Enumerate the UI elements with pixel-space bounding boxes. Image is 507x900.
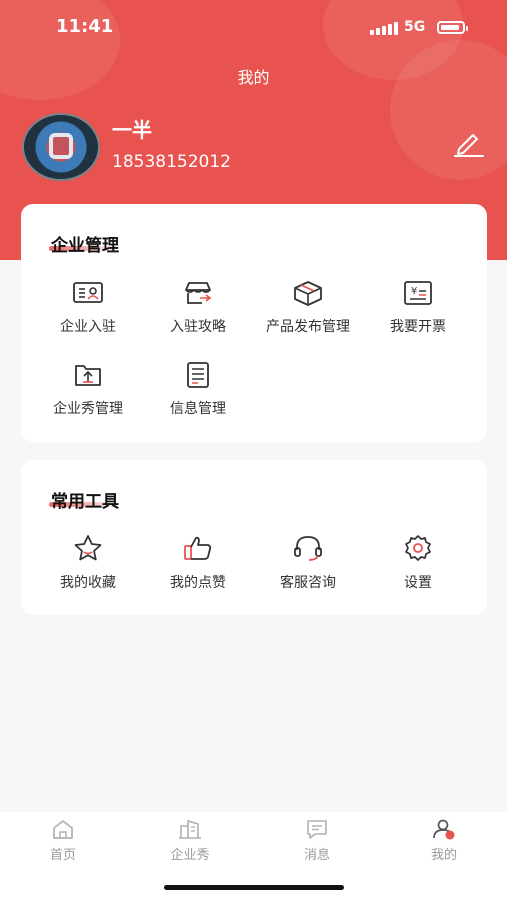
battery-icon (437, 21, 468, 34)
shop-icon (185, 282, 212, 304)
page-title: 我的 (237, 68, 270, 87)
favorites-item[interactable]: 我的收藏 (33, 534, 143, 604)
tab-home[interactable]: 首页 (0, 818, 126, 863)
tab-enterprise-show[interactable]: 企业秀 (127, 818, 253, 863)
svg-text:¥: ¥ (411, 286, 417, 297)
home-indicator (164, 885, 344, 890)
id-card-icon (73, 282, 103, 303)
home-icon (53, 820, 73, 839)
product-publish-label: 产品发布管理 (266, 319, 350, 335)
enterprise-section-title: 企业管理 (51, 236, 119, 256)
box-icon (294, 281, 322, 306)
product-publish-item[interactable]: 产品发布管理 (253, 280, 363, 350)
tools-card: 常用工具 我的收藏 我的点赞 客服咨询 设置 (21, 460, 487, 615)
user-icon (433, 819, 455, 840)
network-type: 5G (404, 19, 426, 35)
enterprise-entry-item[interactable]: 企业入驻 (33, 280, 143, 350)
info-management-item[interactable]: 信息管理 (143, 362, 253, 432)
phone-number: 18538152012 (112, 152, 231, 172)
avatar[interactable] (22, 113, 100, 181)
enterprise-show-item[interactable]: 企业秀管理 (33, 362, 143, 432)
status-time: 11:41 (56, 16, 114, 37)
likes-label: 我的点赞 (170, 575, 226, 591)
signal-icon (370, 22, 398, 35)
document-icon (187, 362, 209, 388)
star-icon (74, 535, 102, 561)
username: 一半 (112, 118, 152, 142)
tab-mine[interactable]: 我的 (381, 818, 507, 863)
thumbs-up-icon (184, 536, 212, 560)
tab-mine-label: 我的 (430, 848, 457, 863)
tools-section-title: 常用工具 (51, 492, 119, 512)
settings-label: 设置 (404, 575, 432, 591)
invoice-item[interactable]: ¥ 我要开票 (363, 280, 473, 350)
tab-messages-label: 消息 (303, 848, 330, 863)
enterprise-show-label: 企业秀管理 (53, 401, 123, 417)
enterprise-entry-label: 企业入驻 (60, 319, 116, 335)
favorites-label: 我的收藏 (60, 575, 116, 591)
edit-icon[interactable] (453, 130, 485, 158)
invoice-label: 我要开票 (390, 319, 446, 335)
customer-service-label: 客服咨询 (280, 575, 336, 591)
status-bar: 11:41 5G (0, 14, 507, 44)
tab-home-label: 首页 (49, 848, 76, 863)
settings-item[interactable]: 设置 (363, 534, 473, 604)
headset-icon (294, 536, 322, 561)
entry-guide-item[interactable]: 入驻攻略 (143, 280, 253, 350)
invoice-icon: ¥ (404, 281, 432, 305)
folder-upload-icon (75, 365, 101, 386)
enterprise-card: 企业管理 企业入驻 入驻攻略 产品发布管理 ¥ 我要开票 企业秀管理 信息管理 (21, 204, 487, 442)
customer-service-item[interactable]: 客服咨询 (253, 534, 363, 604)
gear-icon (405, 535, 431, 561)
info-management-label: 信息管理 (170, 401, 226, 417)
tab-messages[interactable]: 消息 (254, 818, 380, 863)
tab-enterprise-show-label: 企业秀 (170, 848, 210, 863)
message-icon (307, 820, 327, 839)
entry-guide-label: 入驻攻略 (170, 319, 226, 335)
likes-item[interactable]: 我的点赞 (143, 534, 253, 604)
building-icon (179, 819, 201, 839)
